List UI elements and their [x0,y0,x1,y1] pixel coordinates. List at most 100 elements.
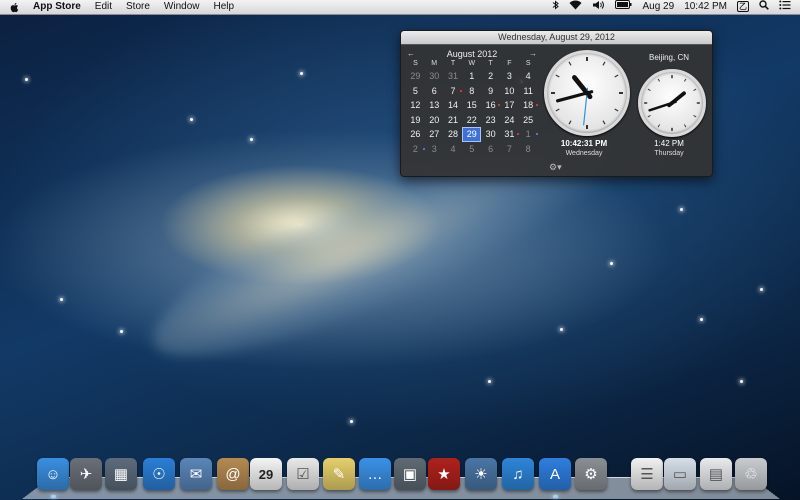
calendar-day[interactable]: 1 [519,127,538,142]
calendar-day[interactable]: 9 [481,84,500,99]
calendar-day[interactable]: 28 [444,127,463,142]
gear-icon[interactable]: ⚙▾ [549,162,562,173]
menu-window[interactable]: Window [157,0,207,14]
calendar-day[interactable]: 8 [519,142,538,157]
clock-tick [647,114,651,118]
clock-tick [647,88,651,92]
notification-center-icon[interactable] [774,0,796,15]
wallpaper-star [120,330,123,333]
wallpaper-star [250,138,253,141]
facetime-icon[interactable]: ▣ [394,458,426,490]
calendar-icon[interactable]: 29 [250,458,282,490]
system-preferences-icon[interactable]: ⚙ [575,458,607,490]
mission-control-icon[interactable]: ▦ [105,458,137,490]
mail-icon[interactable]: ✉ [180,458,212,490]
contacts-icon[interactable]: @ [217,458,249,490]
messages-icon[interactable]: … [359,458,391,490]
event-dot [535,104,538,106]
wallpaper-star [350,420,353,423]
apple-icon[interactable] [10,2,20,13]
calendar-day[interactable]: 18 [519,98,538,113]
calendar-day[interactable]: 8 [462,84,481,99]
calendar-day[interactable]: 31 [500,127,519,142]
downloads-stack-icon[interactable]: ▤ [700,458,732,490]
menu-app-name[interactable]: App Store [26,0,88,14]
calendar-day[interactable]: 15 [462,98,481,113]
calendar-day[interactable]: 24 [500,113,519,128]
menu-clock[interactable]: 10:42 PM [679,0,732,14]
calendar-day[interactable]: 25 [519,113,538,128]
calendar-day[interactable]: 12 [406,98,425,113]
clock-tick [657,124,661,128]
menu-store[interactable]: Store [119,0,157,14]
calendar-day[interactable]: 7 [500,142,519,157]
calendar-day[interactable]: 19 [406,113,425,128]
calendar-day[interactable]: 3 [425,142,444,157]
document-preview-icon[interactable]: ☰ [631,458,663,490]
calendar-day[interactable]: 1 [462,69,481,84]
app-store-icon[interactable]: A [539,458,571,490]
calendar-day[interactable]: 4 [444,142,463,157]
volume-icon[interactable] [587,0,610,15]
reminders-icon[interactable]: ☑ [287,458,319,490]
weekday-label: S [525,60,531,67]
calendar-day[interactable]: 14 [444,98,463,113]
itunes-icon[interactable]: ♫ [502,458,534,490]
notes-icon[interactable]: ✎ [323,458,355,490]
popover-date-header: Wednesday, August 29, 2012 [401,31,712,45]
calendar-day[interactable]: 11 [519,84,538,99]
clock-tick [602,61,606,66]
menu-date[interactable]: Aug 29 [637,0,679,14]
trash-icon[interactable]: ♲ [735,458,767,490]
calendar-day[interactable]: 30 [425,69,444,84]
finder-icon[interactable]: ☺ [37,458,69,490]
wifi-icon[interactable] [564,0,587,15]
calendar-day[interactable]: 6 [425,84,444,99]
calendar-day[interactable]: 7 [444,84,463,99]
calendar-weekday-header: SMTWTFS [406,60,538,67]
calendar-day[interactable]: 27 [425,127,444,142]
calendar-nav: ← August 2012 → [406,48,538,59]
calendar-day[interactable]: 29 [406,69,425,84]
calendar-day[interactable]: 13 [425,98,444,113]
clock-tick [693,114,697,118]
calendar-day[interactable]: 10 [500,84,519,99]
menu-help[interactable]: Help [207,0,242,14]
safari-icon[interactable]: ☉ [143,458,175,490]
screen-capture-icon[interactable]: ▭ [664,458,696,490]
iphoto-icon[interactable]: ☀ [465,458,497,490]
wallpaper-star [25,78,28,81]
calendar-day-today[interactable]: 29 [462,127,482,142]
wallpaper-star [680,208,683,211]
calendar-day[interactable]: 21 [444,113,463,128]
calendar: ← August 2012 → SMTWTFS 29 30 31 1 2 3 4 5 6 7 8 9 1… [406,48,538,156]
calendar-day[interactable]: 31 [444,69,463,84]
calendar-day[interactable]: 2 [481,69,500,84]
calendar-day[interactable]: 2 [406,142,425,157]
calendar-day[interactable]: 5 [406,84,425,99]
photo-booth-icon[interactable]: ★ [428,458,460,490]
bluetooth-icon[interactable] [547,0,564,15]
calendar-day[interactable]: 6 [481,142,500,157]
calendar-day[interactable]: 5 [462,142,481,157]
input-source-icon[interactable]: ㆚ [732,0,754,14]
prev-month-button[interactable]: ← [406,49,416,58]
calendar-day[interactable]: 22 [462,113,481,128]
menu-edit[interactable]: Edit [88,0,119,14]
calendar-day[interactable]: 23 [481,113,500,128]
calendar-day[interactable]: 16 [481,98,500,113]
spotlight-icon[interactable] [754,0,774,15]
calendar-day[interactable]: 30 [481,127,500,142]
launchpad-icon[interactable]: ✈ [70,458,102,490]
calendar-day[interactable]: 26 [406,127,425,142]
calendar-day[interactable]: 20 [425,113,444,128]
next-month-button[interactable]: → [528,49,538,58]
calendar-day[interactable]: 4 [519,69,538,84]
event-dot [535,133,538,135]
wallpaper-star [610,262,613,265]
calendar-day[interactable]: 3 [500,69,519,84]
battery-icon[interactable] [610,0,637,14]
weekday-label: M [431,60,438,67]
weekday-label: S [413,60,418,67]
calendar-day[interactable]: 17 [500,98,519,113]
